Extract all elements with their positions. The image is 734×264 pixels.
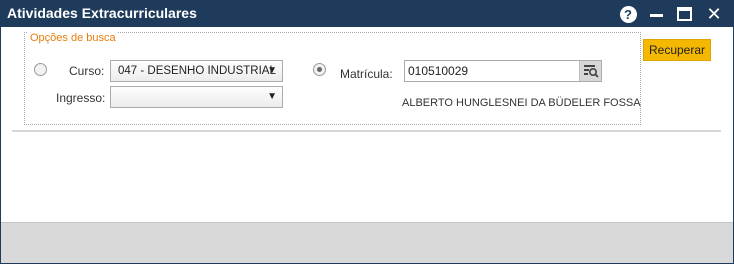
section-divider [12,130,721,132]
curso-select[interactable]: 047 - DESENHO INDUSTRIAL ▼ [110,60,283,82]
minimize-icon [649,13,663,17]
window-title: Atividades Extracurriculares [7,5,197,21]
ingresso-label: Ingresso: [56,91,106,105]
matricula-search-button[interactable] [579,61,601,81]
matricula-radio[interactable] [313,63,326,76]
title-bar: Atividades Extracurriculares ? ✕ [1,1,733,27]
curso-selected-value: 047 - DESENHO INDUSTRIAL [118,65,276,77]
matricula-label: Matrícula: [340,67,393,81]
help-button[interactable]: ? [617,4,639,24]
matricula-field [404,60,602,82]
footer-bar [1,222,733,263]
curso-label: Curso: [69,64,105,78]
search-list-icon [583,65,599,78]
close-button[interactable]: ✕ [703,4,725,24]
matricula-input[interactable] [405,61,575,81]
search-options-legend: Opções de busca [28,32,118,44]
maximize-button[interactable] [673,4,695,24]
recuperar-button[interactable]: Recuperar [643,39,711,61]
ingresso-select[interactable]: ▼ [110,86,283,108]
close-icon: ✕ [706,4,722,24]
dropdown-arrow-icon: ▼ [267,91,277,102]
maximize-icon [676,7,692,21]
app-window: Atividades Extracurriculares ? ✕ Opções … [0,0,734,264]
curso-radio[interactable] [34,63,47,76]
dropdown-arrow-icon: ▼ [267,65,277,76]
minimize-button[interactable] [645,4,667,24]
help-icon: ? [619,5,637,23]
student-name: ALBERTO HUNGLESNEI DA BÜDELER FOSSA [402,97,641,109]
